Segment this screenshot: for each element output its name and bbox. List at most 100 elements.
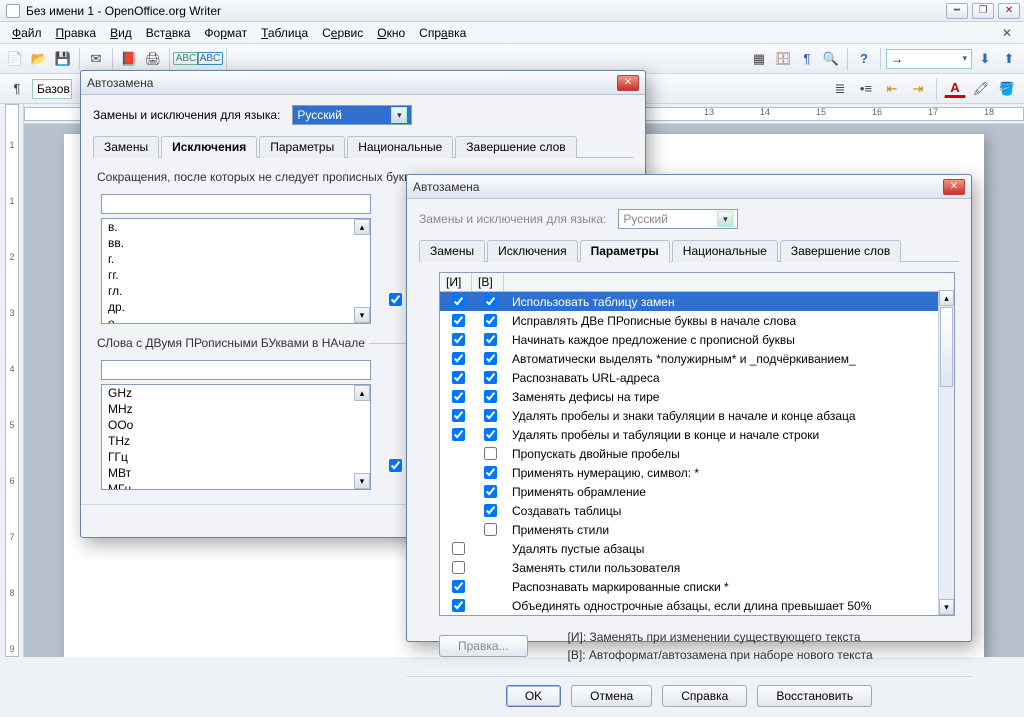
option-m-checkbox[interactable]	[452, 390, 465, 403]
option-row[interactable]: Распознавать URL-адреса	[440, 368, 954, 387]
options-scrollbar[interactable]: ▴ ▾	[938, 290, 954, 615]
option-t-checkbox[interactable]	[484, 314, 497, 327]
option-row[interactable]: Заменять стили пользователя	[440, 558, 954, 577]
option-row[interactable]: Создавать таблицы	[440, 501, 954, 520]
tab-localized[interactable]: Национальные	[347, 136, 453, 158]
chevron-down-icon[interactable]: ▾	[391, 107, 407, 123]
list-item[interactable]: MHz	[102, 401, 370, 417]
list-item[interactable]: е.	[102, 315, 370, 324]
menu-tools[interactable]: Сервис	[316, 24, 369, 42]
indent-icon[interactable]: ⇥	[907, 78, 929, 100]
option-t-checkbox[interactable]	[484, 447, 497, 460]
scroll-down-icon[interactable]: ▾	[354, 473, 370, 489]
tab-replace[interactable]: Замены	[93, 136, 159, 158]
tab-options[interactable]: Параметры	[580, 240, 670, 262]
list-item[interactable]: гг.	[102, 267, 370, 283]
list-item[interactable]: GHz	[102, 385, 370, 401]
twocaps-input[interactable]	[101, 360, 371, 380]
option-t-checkbox[interactable]	[484, 352, 497, 365]
nonprint-icon[interactable]: ¶	[796, 48, 818, 70]
list-item[interactable]: в.	[102, 219, 370, 235]
dialog2-help-button[interactable]: Справка	[662, 685, 747, 707]
list-item[interactable]: др.	[102, 299, 370, 315]
option-row[interactable]: Начинать каждое предложение с прописной …	[440, 330, 954, 349]
table-icon[interactable]: ▦	[748, 48, 770, 70]
close-button[interactable]: ✕	[998, 3, 1020, 19]
dedent-icon[interactable]: ⇤	[881, 78, 903, 100]
option-m-checkbox[interactable]	[452, 409, 465, 422]
maximize-button[interactable]: ❐	[972, 3, 994, 19]
tab-exceptions[interactable]: Исключения	[161, 136, 257, 158]
scroll-down-icon[interactable]: ▾	[354, 307, 370, 323]
find-down-icon[interactable]: ⬇	[974, 48, 996, 70]
option-row[interactable]: Использовать таблицу замен	[440, 292, 954, 311]
tab-wordcompletion[interactable]: Завершение слов	[455, 136, 576, 158]
option-m-checkbox[interactable]	[452, 580, 465, 593]
datasource-icon[interactable]: 🗄	[772, 48, 794, 70]
tab-exceptions[interactable]: Исключения	[487, 240, 578, 262]
scrollbar-thumb[interactable]	[940, 307, 953, 387]
mail-icon[interactable]: ✉	[85, 48, 107, 70]
tab-localized[interactable]: Национальные	[672, 240, 778, 262]
option-m-checkbox[interactable]	[452, 371, 465, 384]
menu-insert[interactable]: Вставка	[140, 24, 197, 42]
font-color-icon[interactable]: A	[944, 80, 966, 98]
styles-icon[interactable]: ¶	[6, 78, 28, 100]
option-row[interactable]: Пропускать двойные пробелы	[440, 444, 954, 463]
tab-options[interactable]: Параметры	[259, 136, 345, 158]
option-row[interactable]: Автоматически выделять *полужирным* и _п…	[440, 349, 954, 368]
list-item[interactable]: вв.	[102, 235, 370, 251]
option-t-checkbox[interactable]	[484, 504, 497, 517]
option-row[interactable]: Применять нумерацию, символ: *	[440, 463, 954, 482]
tab-wordcompletion[interactable]: Завершение слов	[780, 240, 901, 262]
list-item[interactable]: OOo	[102, 417, 370, 433]
dialog2-ok-button[interactable]: OK	[506, 685, 561, 707]
option-t-checkbox[interactable]	[484, 428, 497, 441]
list-item[interactable]: THz	[102, 433, 370, 449]
option-m-checkbox[interactable]	[452, 314, 465, 327]
list-item[interactable]: ГГц	[102, 449, 370, 465]
menu-view[interactable]: Вид	[104, 24, 138, 42]
list-num-icon[interactable]: ≣	[829, 78, 851, 100]
list-item[interactable]: МГц	[102, 481, 370, 490]
dialog2-close-button[interactable]: ✕	[943, 179, 965, 195]
autoinclude2-checkbox[interactable]	[389, 459, 402, 472]
scroll-up-icon[interactable]: ▴	[939, 290, 954, 306]
dialog2-cancel-button[interactable]: Отмена	[571, 685, 652, 707]
option-row[interactable]: Распознавать маркированные списки *	[440, 577, 954, 596]
pdf-icon[interactable]: 📕	[118, 48, 140, 70]
doc-close-icon[interactable]: ✕	[996, 24, 1018, 42]
scroll-down-icon[interactable]: ▾	[939, 599, 954, 615]
style-select[interactable]: Базов	[32, 79, 72, 99]
option-t-checkbox[interactable]	[484, 466, 497, 479]
option-row[interactable]: Заменять дефисы на тире	[440, 387, 954, 406]
bgcolor-icon[interactable]: 🪣	[996, 78, 1018, 100]
minimize-button[interactable]: ━	[946, 3, 968, 19]
dialog2-reset-button[interactable]: Восстановить	[757, 685, 872, 707]
find-up-icon[interactable]: ⬆	[998, 48, 1020, 70]
list-item[interactable]: гл.	[102, 283, 370, 299]
option-row[interactable]: Удалять пустые абзацы	[440, 539, 954, 558]
menu-table[interactable]: Таблица	[255, 24, 314, 42]
option-row[interactable]: Применять обрамление	[440, 482, 954, 501]
help-icon[interactable]: ?	[853, 48, 875, 70]
option-m-checkbox[interactable]	[452, 599, 465, 612]
option-row[interactable]: Удалять пробелы и знаки табуляции в нача…	[440, 406, 954, 425]
option-m-checkbox[interactable]	[452, 295, 465, 308]
list-item[interactable]: МВт	[102, 465, 370, 481]
list-item[interactable]: г.	[102, 251, 370, 267]
twocaps-list[interactable]: ▴ GHz MHz OOo THz ГГц МВт МГц ▾	[101, 384, 371, 490]
option-m-checkbox[interactable]	[452, 428, 465, 441]
spellcheck-icon[interactable]: ABC	[175, 48, 197, 70]
menu-help[interactable]: Справка	[413, 24, 472, 42]
option-m-checkbox[interactable]	[452, 561, 465, 574]
open-icon[interactable]: 📂	[28, 48, 50, 70]
option-t-checkbox[interactable]	[484, 333, 497, 346]
option-m-checkbox[interactable]	[452, 352, 465, 365]
abbrev-input[interactable]	[101, 194, 371, 214]
option-row[interactable]: Удалять пробелы и табуляции в конце и на…	[440, 425, 954, 444]
option-m-checkbox[interactable]	[452, 542, 465, 555]
list-bul-icon[interactable]: •≡	[855, 78, 877, 100]
print-icon[interactable]: 🖨	[142, 48, 164, 70]
save-icon[interactable]: 💾	[52, 48, 74, 70]
